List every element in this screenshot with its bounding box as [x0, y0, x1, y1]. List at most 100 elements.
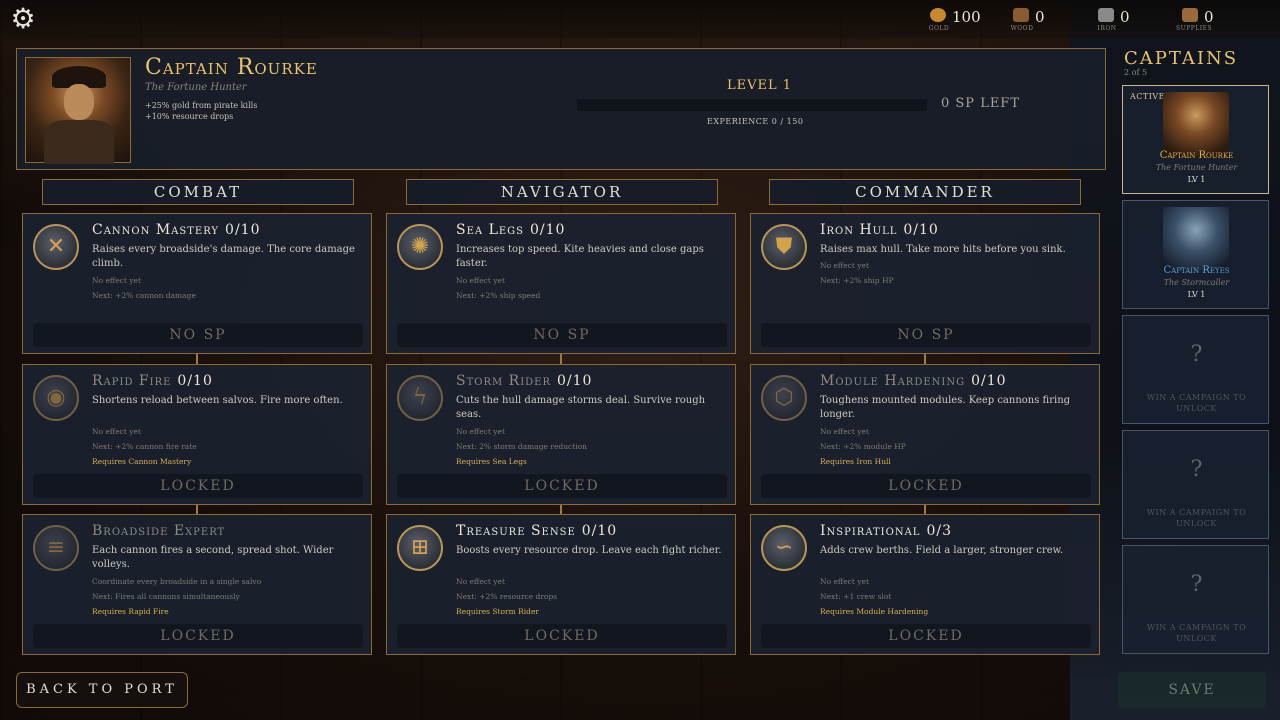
skill-requirement: Requires Cannon Mastery — [92, 457, 192, 466]
skill-rank: 0/10 — [903, 222, 939, 238]
skill-rank: 0/10 — [557, 373, 593, 389]
skill-card[interactable]: ✺ Sea Legs 0/10 Increases top speed. Kite h… — [386, 213, 736, 354]
skill-current-effect: No effect yet — [456, 276, 505, 285]
supplies-value: 0 — [1204, 8, 1214, 26]
skill-card[interactable]: ✕ Cannon Mastery 0/10 Raises every broadsid… — [22, 213, 372, 354]
skill-upgrade-button[interactable]: LOCKED — [761, 474, 1091, 498]
skill-current-effect: No effect yet — [92, 427, 141, 436]
skill-current-effect: No effect yet — [820, 427, 869, 436]
supplies-resource: 0 Supplies — [1176, 6, 1252, 34]
horn-icon: ∽ — [761, 525, 807, 571]
skill-next-effect: Next: +2% ship HP — [820, 276, 894, 285]
compass-icon: ✺ — [397, 224, 443, 270]
skill-name: Rapid Fire 0/10 — [92, 373, 213, 389]
iron-resource: 0 Iron — [1097, 6, 1168, 34]
skill-upgrade-button[interactable]: NO SP — [397, 323, 727, 347]
captain-name: Captain Rourke — [145, 55, 318, 80]
skill-upgrade-button[interactable]: LOCKED — [33, 624, 363, 648]
column-title-navigator: NAVIGATOR — [406, 179, 718, 205]
shield-icon-glyph: ⛊ — [775, 234, 793, 259]
skill-card[interactable]: ◉ Rapid Fire 0/10 Shortens reload between s… — [22, 364, 372, 505]
top-bar: ⚙ 100 Gold 0 Wood 0 Iron 0 Supplies — [0, 0, 1280, 38]
iron-value: 0 — [1120, 8, 1130, 26]
skill-name-text: Inspirational — [820, 523, 921, 539]
skill-description: Adds crew berths. Field a larger, strong… — [820, 545, 1064, 556]
skill-description: Each cannon fires a second, spread shot.… — [92, 545, 334, 570]
skill-card[interactable]: ⛊ Iron Hull 0/10 Raises max hull. Take more… — [750, 213, 1100, 354]
skill-upgrade-button[interactable]: LOCKED — [397, 474, 727, 498]
skill-upgrade-button[interactable]: LOCKED — [397, 624, 727, 648]
riveted-plate-icon: ⬡ — [761, 375, 807, 421]
skill-name: Module Hardening 0/10 — [820, 373, 1007, 389]
skill-upgrade-button[interactable]: NO SP — [33, 323, 363, 347]
cannon-volley-icon: ≡ — [33, 525, 79, 571]
save-button[interactable]: SAVE — [1118, 672, 1266, 708]
iron-label: Iron — [1097, 25, 1117, 32]
skill-card[interactable]: ⊞ Treasure Sense 0/10 Boosts every resource… — [386, 514, 736, 655]
fire-ring-icon-glyph: ◉ — [46, 385, 66, 410]
skill-card[interactable]: ∽ Inspirational 0/3 Adds crew berths. Field… — [750, 514, 1100, 655]
skill-name-text: Treasure Sense — [456, 523, 576, 539]
skill-description: Boosts every resource drop. Leave each f… — [456, 545, 722, 556]
skill-card[interactable]: ≡ Broadside Expert Each cannon fires a sec… — [22, 514, 372, 655]
gear-icon[interactable]: ⚙ — [8, 4, 38, 34]
skill-upgrade-button[interactable]: NO SP — [761, 323, 1091, 347]
gold-resource: 100 Gold — [929, 6, 1000, 34]
skill-rank: 0/10 — [971, 373, 1007, 389]
locked-captain-card: ? WIN A CAMPAIGN TO UNLOCK — [1122, 545, 1269, 654]
captain-card-title: The Fortune Hunter — [1155, 163, 1238, 172]
captain-card-level: LV 1 — [1187, 175, 1206, 184]
connector — [196, 354, 198, 364]
skill-requirement: Requires Iron Hull — [820, 457, 891, 466]
skill-card[interactable]: ⬡ Module Hardening 0/10 Toughens mounted mo… — [750, 364, 1100, 505]
captains-count: 2 of 5 — [1124, 68, 1148, 77]
skill-name-text: Cannon Mastery — [92, 222, 220, 238]
skill-requirement: Requires Sea Legs — [456, 457, 527, 466]
captain-card-rourke[interactable]: ACTIVE Captain Rourke The Fortune Hunter… — [1122, 85, 1269, 194]
skill-requirement: Requires Module Hardening — [820, 607, 929, 616]
skill-next-effect: Next: 2% storm damage reduction — [456, 442, 587, 451]
skill-name-text: Sea Legs — [456, 222, 524, 238]
captain-card-reyes[interactable]: Captain Reyes The Stormcaller LV 1 — [1122, 200, 1269, 309]
skill-next-effect: Next: +2% module HP — [820, 442, 906, 451]
captain-portrait — [25, 57, 131, 164]
skill-upgrade-button[interactable]: LOCKED — [33, 474, 363, 498]
compass-icon-glyph: ✺ — [410, 234, 430, 259]
supplies-label: Supplies — [1176, 25, 1213, 32]
skill-requirement: Requires Storm Rider — [456, 607, 539, 616]
horn-icon-glyph: ∽ — [774, 535, 794, 560]
skill-current-effect: No effect yet — [820, 577, 869, 586]
back-to-port-button[interactable]: BACK TO PORT — [16, 672, 188, 708]
skill-description: Shortens reload between salvos. Fire mor… — [92, 395, 343, 406]
skill-name-text: Broadside Expert — [92, 523, 226, 539]
skill-name: Inspirational 0/3 — [820, 523, 952, 539]
gold-value: 100 — [952, 8, 981, 26]
fire-ring-icon: ◉ — [33, 375, 79, 421]
skill-current-effect: No effect yet — [820, 261, 869, 270]
unlock-hint: WIN A CAMPAIGN TO UNLOCK — [1146, 508, 1247, 528]
captain-reyes-portrait — [1163, 207, 1229, 273]
skill-current-effect: No effect yet — [456, 577, 505, 586]
treasure-chest-icon-glyph: ⊞ — [410, 535, 430, 560]
question-mark-icon: ? — [1190, 342, 1203, 367]
locked-captain-card: ? WIN A CAMPAIGN TO UNLOCK — [1122, 430, 1269, 539]
skill-card[interactable]: ϟ Storm Rider 0/10 Cuts the hull damage sto… — [386, 364, 736, 505]
wood-resource: 0 Wood — [1011, 6, 1083, 34]
level-label: LEVEL 1 — [727, 78, 793, 93]
captain-bonus: +10% resource drops — [145, 112, 234, 121]
connector — [560, 354, 562, 364]
skill-points-left: 0 SP LEFT — [941, 96, 1021, 111]
treasure-chest-icon: ⊞ — [397, 525, 443, 571]
skill-requirement: Requires Rapid Fire — [92, 607, 169, 616]
wood-value: 0 — [1035, 8, 1045, 26]
skill-name: Iron Hull 0/10 — [820, 222, 939, 238]
skill-next-effect: Next: +2% ship speed — [456, 291, 541, 300]
skill-current-effect: No effect yet — [456, 427, 505, 436]
captain-header-panel: Captain Rourke The Fortune Hunter +25% g… — [16, 48, 1106, 170]
captain-card-title: The Stormcaller — [1163, 278, 1230, 287]
iron-ingot-icon — [1098, 8, 1114, 22]
skill-upgrade-button[interactable]: LOCKED — [761, 624, 1091, 648]
skill-current-effect: No effect yet — [92, 276, 141, 285]
skill-next-effect: Next: +2% cannon damage — [92, 291, 196, 300]
wood-logs-icon — [1013, 8, 1029, 22]
